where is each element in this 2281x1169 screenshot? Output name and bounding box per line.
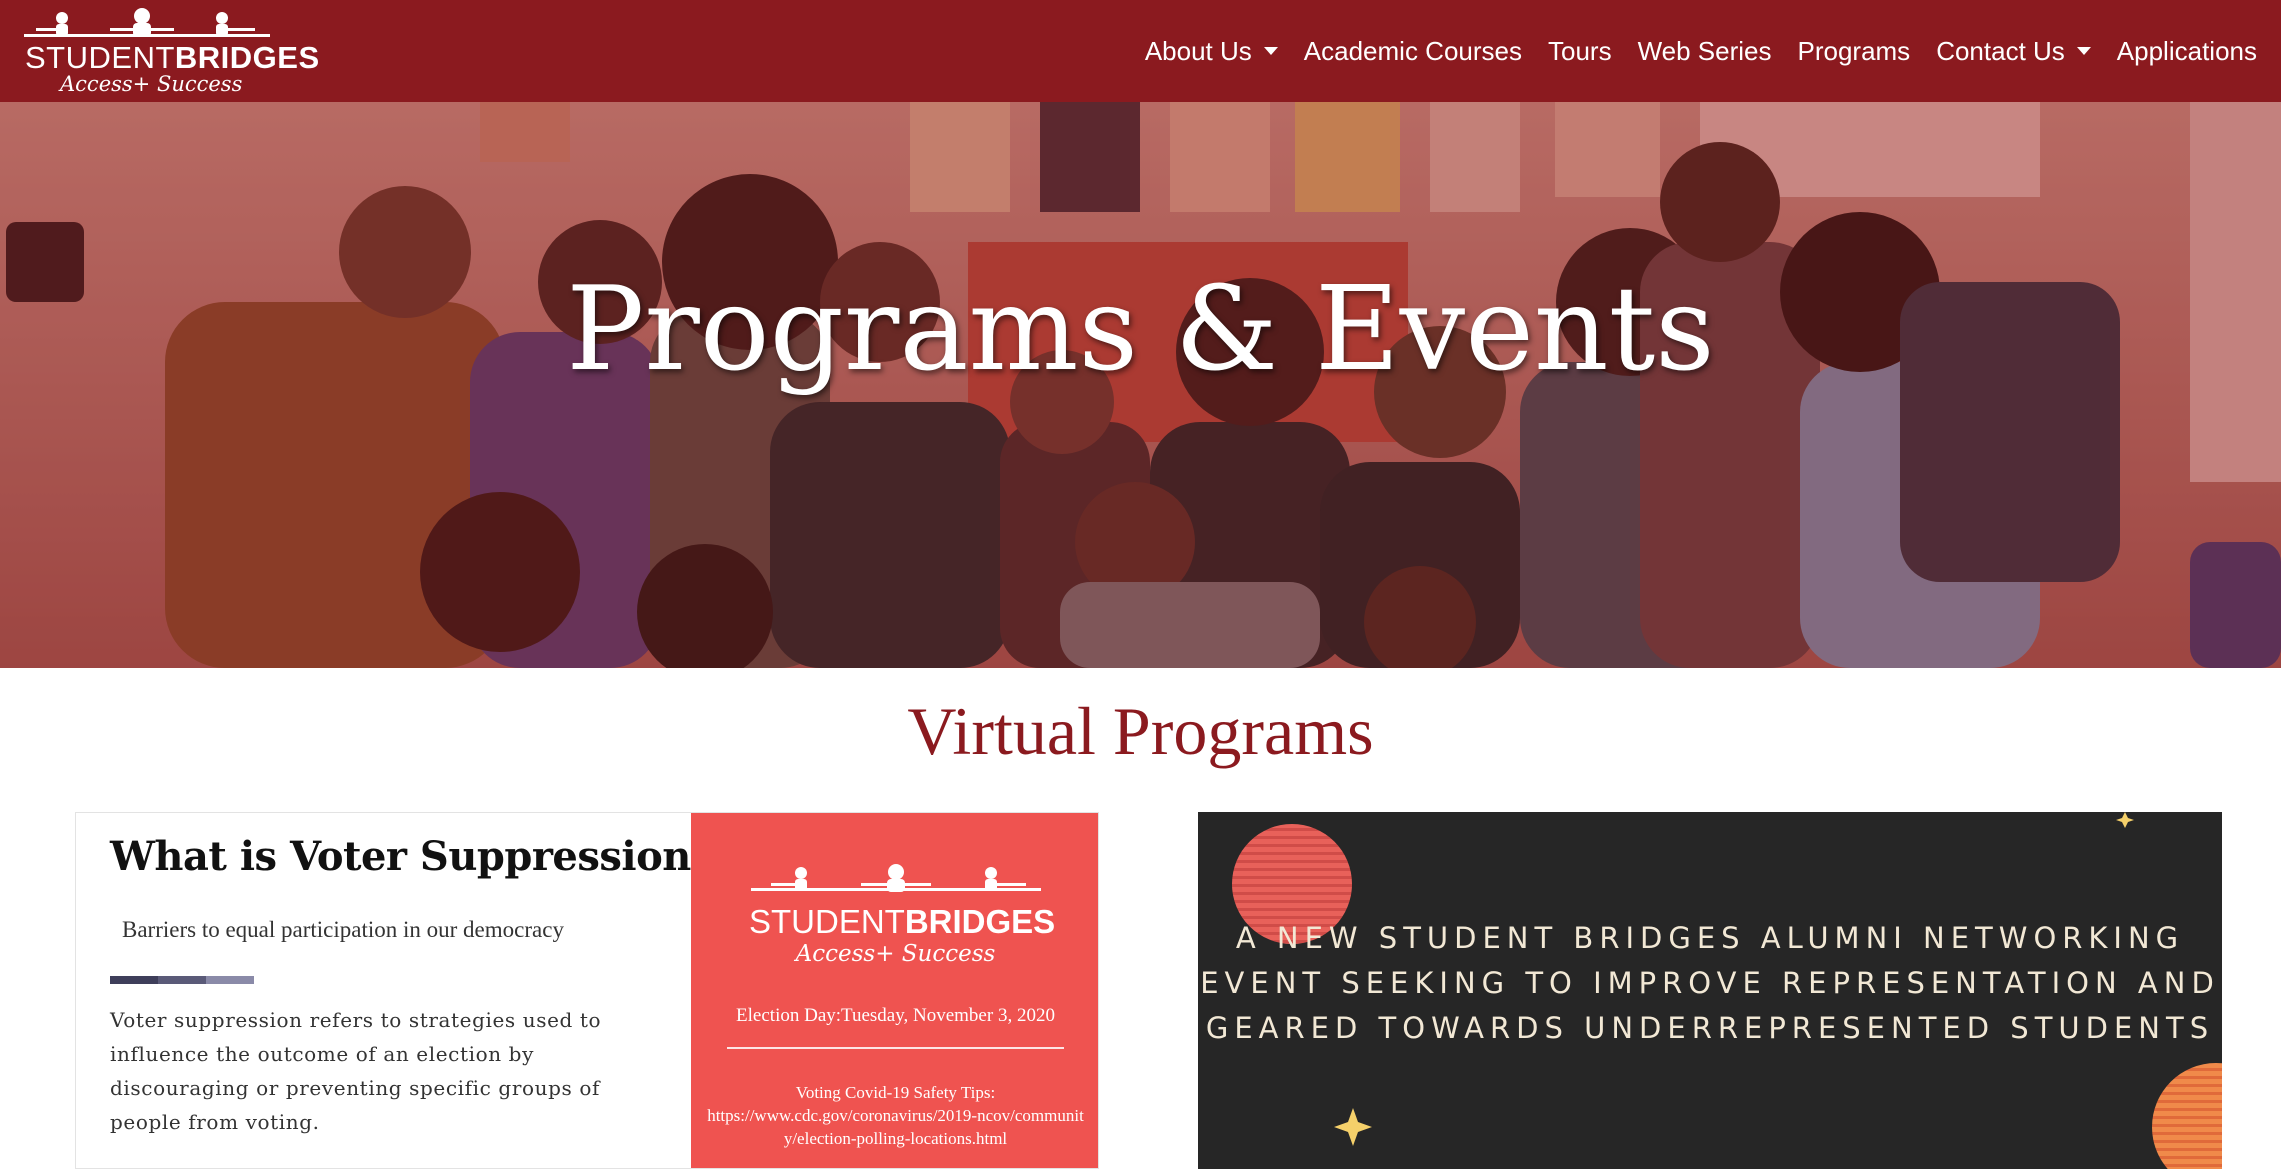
alumni-event-text: A NEW STUDENT BRIDGES ALUMNI NETWORKING …: [1200, 921, 2220, 1045]
nav-about-us[interactable]: About Us: [1145, 36, 1278, 67]
hero-title: Programs & Events: [566, 262, 1715, 397]
planet-orange-icon: [2152, 1063, 2222, 1169]
poster-tagline: Access+ Success: [795, 941, 996, 967]
top-navbar: STUDENTBRIDGES Access+ Success About Us …: [0, 0, 2281, 102]
nav-web-series[interactable]: Web Series: [1638, 36, 1772, 67]
nav-contact-us[interactable]: Contact Us: [1936, 36, 2091, 67]
poster-election-day: Election Day:Tuesday, November 3, 2020: [736, 1005, 1055, 1026]
nav-programs[interactable]: Programs: [1797, 36, 1910, 67]
hero-banner: Programs & Events: [0, 102, 2281, 668]
poster-divider: [727, 1047, 1064, 1049]
voter-card-poster: STUDENTBRIDGES Access+ Success Election …: [691, 813, 1098, 1168]
logo-tagline: Access+ Success: [60, 72, 243, 96]
voter-card-subtitle: Barriers to equal participation in our d…: [122, 917, 564, 942]
alumni-event-card[interactable]: A NEW STUDENT BRIDGES ALUMNI NETWORKING …: [1198, 812, 2222, 1169]
main-nav: About Us Academic Courses Tours Web Seri…: [1145, 0, 2257, 102]
voter-suppression-card[interactable]: What is Voter Suppression? Barriers to e…: [75, 812, 1099, 1169]
chevron-down-icon: [2076, 47, 2091, 55]
poster-tips: Voting Covid-19 Safety Tips: https://www…: [691, 1081, 1098, 1150]
poster-figures-icon: [751, 864, 1041, 892]
nav-tours[interactable]: Tours: [1548, 36, 1612, 67]
poster-tips-url[interactable]: https://www.cdc.gov/coronavirus/2019-nco…: [691, 1104, 1098, 1150]
poster-tips-heading: Voting Covid-19 Safety Tips:: [795, 1083, 996, 1102]
voter-card-title: What is Voter Suppression?: [110, 833, 714, 880]
poster-wordmark: STUDENTBRIDGES: [749, 903, 1056, 940]
nav-applications[interactable]: Applications: [2117, 36, 2257, 67]
logo-wordmark: STUDENTBRIDGES: [25, 40, 320, 75]
brand-logo[interactable]: STUDENTBRIDGES Access+ Success: [22, 6, 319, 96]
section-title: Virtual Programs: [907, 693, 1374, 769]
voter-card-divider: [110, 976, 254, 984]
nav-academic-courses[interactable]: Academic Courses: [1304, 36, 1522, 67]
sparkle-icon: [1334, 1108, 1372, 1146]
chevron-down-icon: [1263, 47, 1278, 55]
voter-card-text-panel: What is Voter Suppression? Barriers to e…: [76, 813, 714, 1168]
voter-card-body: Voter suppression refers to strategies u…: [110, 1008, 602, 1134]
